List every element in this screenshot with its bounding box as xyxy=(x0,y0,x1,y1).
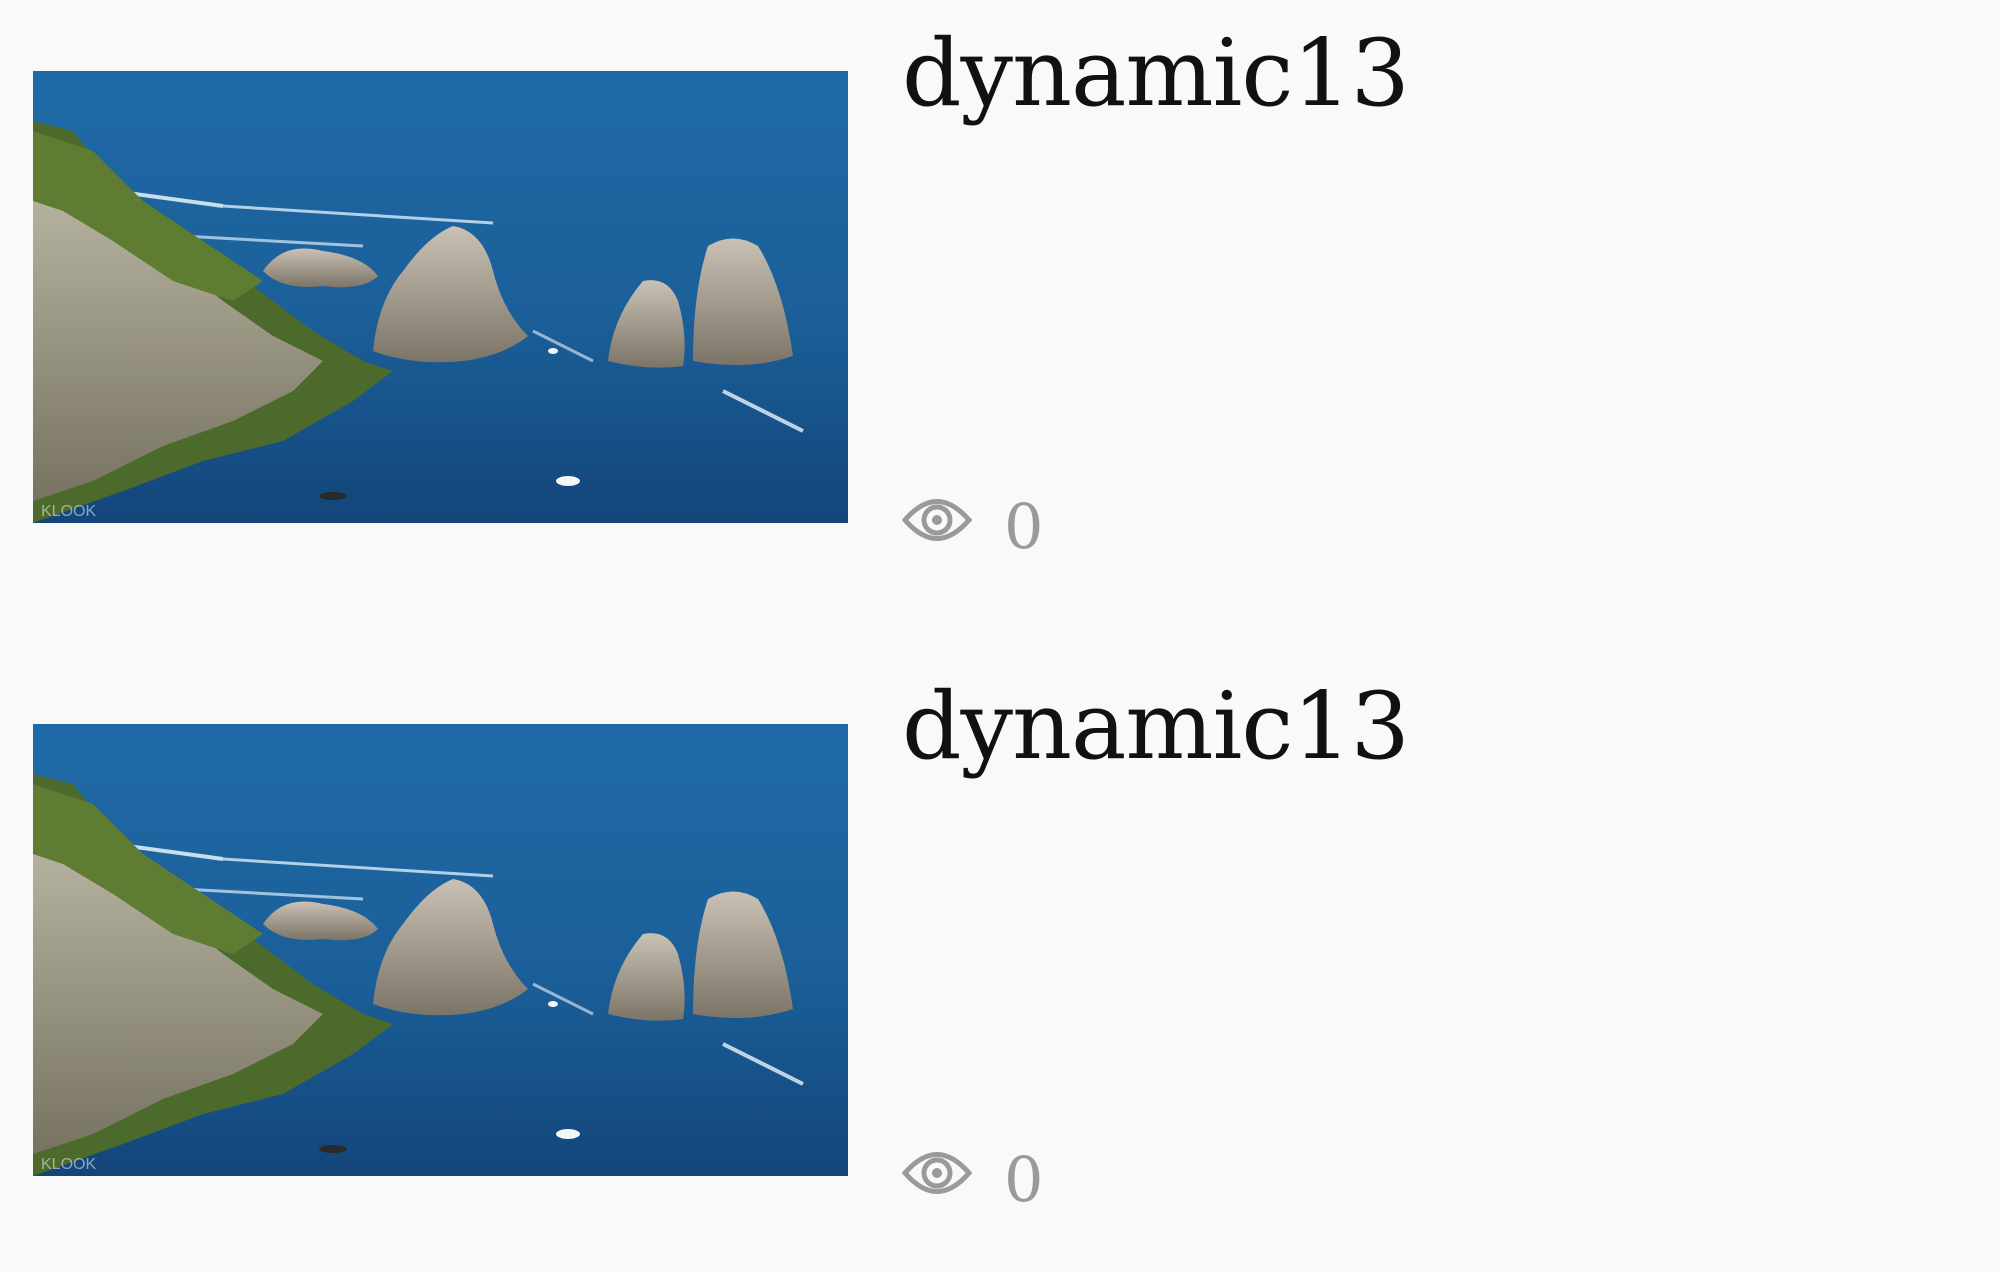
image-watermark: KLOOK xyxy=(41,1156,96,1173)
view-count: 0 xyxy=(1004,1142,1044,1216)
post-thumbnail-image[interactable]: KLOOK xyxy=(33,724,848,1176)
image-watermark: KLOOK xyxy=(41,503,96,520)
post-card: KLOOK dynamic13 0 xyxy=(0,0,2000,653)
post-title[interactable]: dynamic13 xyxy=(902,675,1410,778)
post-thumbnail-image[interactable]: KLOOK xyxy=(33,71,848,523)
view-count: 0 xyxy=(1004,489,1044,563)
eye-icon xyxy=(901,1138,973,1208)
view-count-row: 0 xyxy=(901,1133,1044,1216)
post-title[interactable]: dynamic13 xyxy=(902,22,1410,125)
eye-icon xyxy=(901,485,973,555)
post-card: KLOOK dynamic13 0 xyxy=(0,653,2000,1272)
view-count-row: 0 xyxy=(901,480,1044,563)
